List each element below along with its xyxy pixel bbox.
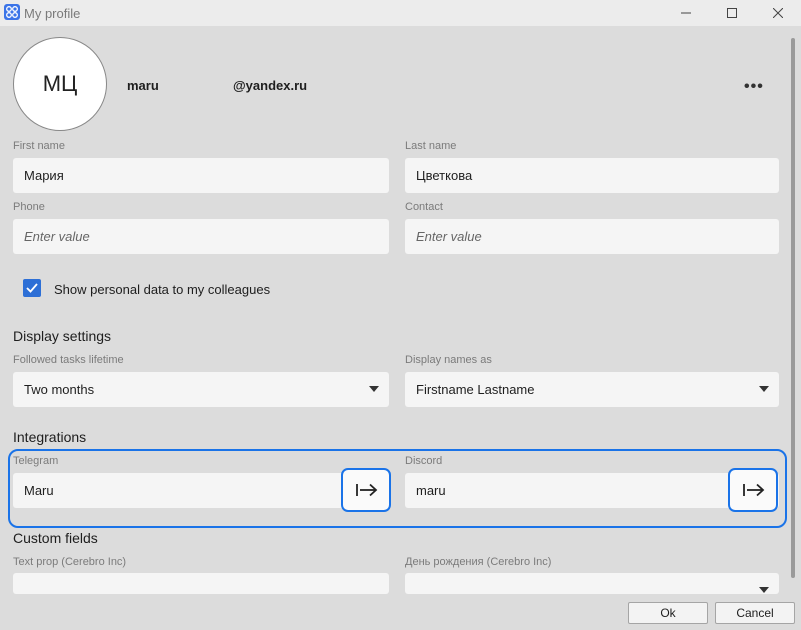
dialog-content xyxy=(0,26,801,630)
telegram-connect-button[interactable] xyxy=(341,468,391,512)
profile-email: @yandex.ru xyxy=(233,78,308,93)
cancel-button[interactable]: Cancel xyxy=(715,602,795,624)
text-prop-field[interactable] xyxy=(13,573,389,594)
arrow-right-to-bar-icon xyxy=(356,483,378,497)
display-names-label: Display names as xyxy=(405,354,492,366)
contact-label: Contact xyxy=(405,201,443,213)
close-icon xyxy=(773,8,783,18)
followed-tasks-select[interactable]: Two months xyxy=(13,372,389,407)
contact-field[interactable]: Enter value xyxy=(405,219,779,254)
maximize-button[interactable] xyxy=(709,0,755,26)
chevron-down-icon xyxy=(369,386,379,392)
display-settings-heading: Display settings xyxy=(13,328,112,344)
arrow-right-to-bar-icon xyxy=(743,483,765,497)
first-name-label: First name xyxy=(13,140,65,152)
display-names-select[interactable]: Firstname Lastname xyxy=(405,372,779,407)
text-prop-label: Text prop (Cerebro Inc) xyxy=(13,556,127,568)
display-names-value: Firstname Lastname xyxy=(416,382,535,397)
phone-label: Phone xyxy=(13,201,45,213)
phone-field[interactable]: Enter value xyxy=(13,219,389,254)
telegram-label: Telegram xyxy=(13,455,59,467)
followed-tasks-label: Followed tasks lifetime xyxy=(13,354,124,366)
chevron-down-icon xyxy=(759,386,769,392)
window-title: My profile xyxy=(24,6,81,21)
discord-field[interactable]: maru xyxy=(405,473,779,508)
chevron-down-icon xyxy=(759,587,769,593)
maximize-icon xyxy=(727,8,737,18)
more-options-icon[interactable]: ••• xyxy=(744,78,764,96)
custom-fields-heading: Custom fields xyxy=(13,530,98,546)
app-logo-icon xyxy=(4,4,20,20)
profile-login: maru xyxy=(127,78,159,93)
avatar[interactable]: МЦ xyxy=(13,37,107,131)
scrollbar[interactable] xyxy=(791,38,795,578)
close-button[interactable] xyxy=(755,0,801,26)
followed-tasks-value: Two months xyxy=(24,382,95,397)
minimize-button[interactable] xyxy=(663,0,709,26)
ok-button[interactable]: Ok xyxy=(628,602,708,624)
telegram-field[interactable]: Maru xyxy=(13,473,389,508)
discord-label: Discord xyxy=(405,455,443,467)
integrations-heading: Integrations xyxy=(13,429,87,445)
last-name-field[interactable]: Цветкова xyxy=(405,158,779,193)
birthday-select[interactable] xyxy=(405,573,779,594)
show-personal-data-label[interactable]: Show personal data to my colleagues xyxy=(54,282,270,297)
minimize-icon xyxy=(681,12,691,14)
show-personal-data-checkbox[interactable] xyxy=(23,279,41,297)
last-name-label: Last name xyxy=(405,140,457,152)
first-name-field[interactable]: Мария xyxy=(13,158,389,193)
checkmark-icon xyxy=(26,283,38,293)
discord-connect-button[interactable] xyxy=(728,468,778,512)
birthday-label: День рождения (Cerebro Inc) xyxy=(405,556,552,568)
title-bar: My profile xyxy=(0,0,801,26)
